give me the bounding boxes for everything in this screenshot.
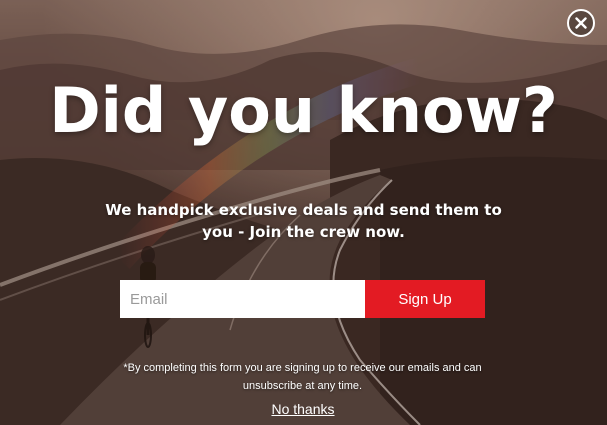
signup-popup: Did you know? We handpick exclusive deal… (0, 0, 607, 425)
signup-form: Sign Up (120, 280, 485, 318)
email-input[interactable] (120, 280, 365, 318)
disclaimer-text: *By completing this form you are signing… (123, 362, 482, 392)
popup-headline: Did you know? (49, 74, 558, 147)
popup-subtext: We handpick exclusive deals and send the… (105, 201, 502, 241)
close-button[interactable] (567, 9, 595, 37)
no-thanks-link[interactable]: No thanks (203, 401, 403, 417)
sign-up-button[interactable]: Sign Up (365, 280, 485, 318)
close-icon (575, 17, 587, 29)
